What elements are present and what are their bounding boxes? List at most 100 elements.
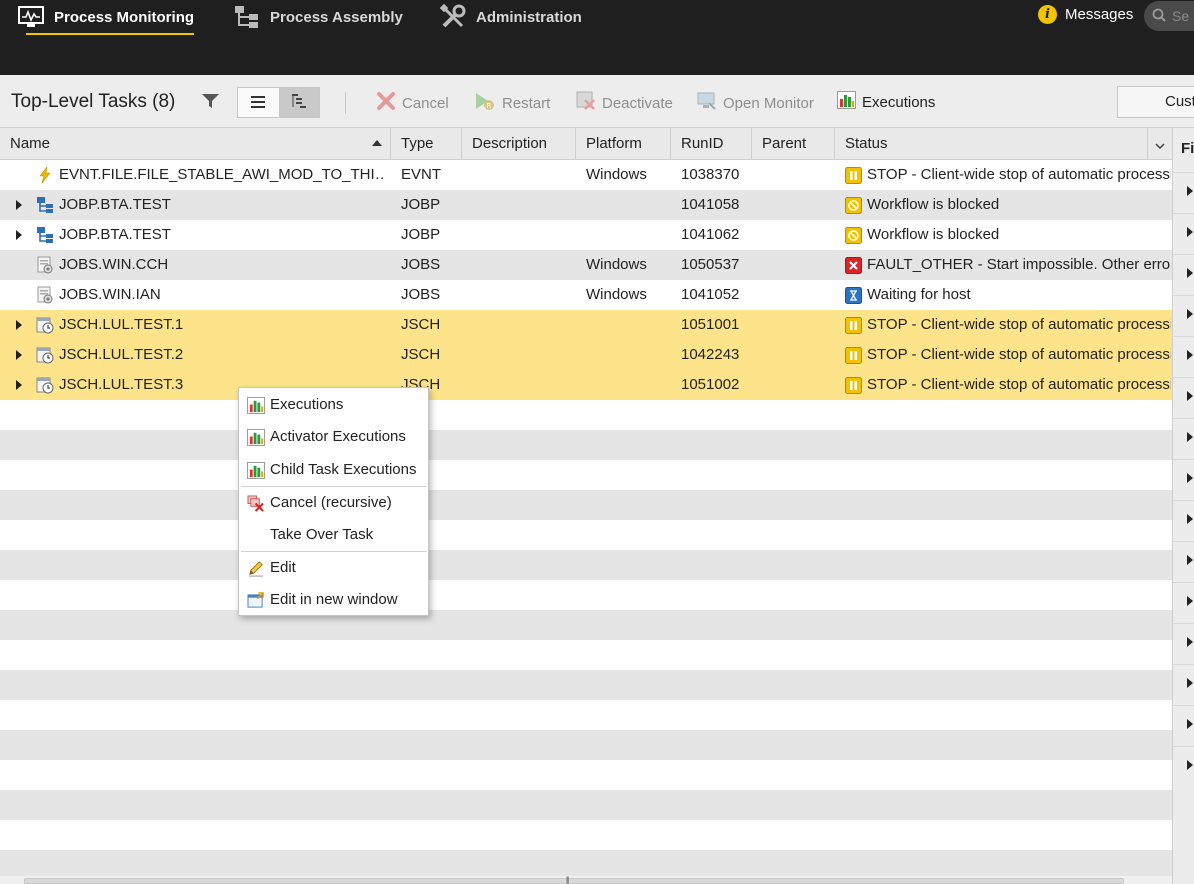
menu-item-label: Edit: [270, 559, 296, 576]
expand-arrow-icon[interactable]: [1187, 637, 1193, 647]
search-input[interactable]: [1172, 8, 1194, 24]
menu-item-executions[interactable]: Executions: [239, 390, 428, 420]
bar-chart-icon: [837, 91, 856, 113]
blocked-status-icon: [845, 227, 862, 244]
panel-divider: [1173, 500, 1194, 501]
menu-item-label: Child Task Executions: [270, 461, 417, 478]
menu-item-activator-executions[interactable]: Activator Executions: [239, 422, 428, 452]
job-task-icon: [36, 286, 54, 304]
expand-arrow-icon[interactable]: [16, 200, 22, 210]
deactivate-button[interactable]: Deactivate: [576, 91, 673, 115]
expand-arrow-icon[interactable]: [1187, 227, 1193, 237]
table-row[interactable]: JOBP.BTA.TEST JOBP 1041058 Workflow is bloc…: [0, 190, 1172, 220]
expand-arrow-icon[interactable]: [16, 380, 22, 390]
empty-row: [0, 460, 1172, 490]
cell-status: Workflow is blocked: [867, 196, 1000, 213]
menu-item-edit[interactable]: Edit: [239, 553, 428, 583]
column-header-runid[interactable]: RunID: [671, 128, 752, 159]
expand-arrow-icon[interactable]: [1187, 268, 1193, 278]
cell-type: JOBP: [401, 226, 441, 243]
expand-arrow-icon[interactable]: [1187, 432, 1193, 442]
nav-process-assembly[interactable]: Process Assembly: [234, 0, 403, 34]
table-row[interactable]: JOBS.WIN.CCH JOBS Windows 1050537 FAULT_OTHE…: [0, 250, 1172, 280]
expand-arrow-icon[interactable]: [1187, 760, 1193, 770]
event-task-icon: [36, 166, 54, 184]
expand-arrow-icon[interactable]: [1187, 596, 1193, 606]
menu-item-label: Edit in new window: [270, 591, 398, 608]
executions-button[interactable]: Executions: [837, 91, 935, 113]
table-row[interactable]: JSCH.LUL.TEST.2 JSCH 1042243 STOP - Client-…: [0, 340, 1172, 370]
customize-label: Cust: [1165, 93, 1194, 110]
expand-arrow-icon[interactable]: [1187, 473, 1193, 483]
menu-item-take-over-task[interactable]: Take Over Task: [239, 520, 428, 550]
cell-name: EVNT.FILE.FILE_STABLE_AWI_MOD_TO_THI…: [59, 166, 384, 183]
menu-separator: [241, 486, 427, 487]
expand-arrow-icon[interactable]: [1187, 678, 1193, 688]
cancel-icon: [376, 91, 396, 115]
cell-runid: 1041062: [681, 226, 740, 243]
table-row[interactable]: JOBP.BTA.TEST JOBP 1041062 Workflow is bloc…: [0, 220, 1172, 250]
menu-item-edit-in-new-window[interactable]: Edit in new window: [239, 585, 428, 615]
filter-side-panel: Fi: [1172, 128, 1194, 884]
column-header-type[interactable]: Type: [391, 128, 462, 159]
expand-arrow-icon[interactable]: [1187, 309, 1193, 319]
expand-arrow-icon[interactable]: [1187, 186, 1193, 196]
column-header-parent[interactable]: Parent: [752, 128, 835, 159]
filter-icon[interactable]: [202, 94, 219, 112]
menu-item-label: Cancel (recursive): [270, 494, 392, 511]
empty-row: [0, 730, 1172, 760]
column-label: RunID: [681, 135, 724, 152]
empty-row: [0, 550, 1172, 580]
cell-status: STOP - Client-wide stop of automatic pro…: [867, 346, 1171, 363]
panel-divider: [1173, 377, 1194, 378]
cell-type: JSCH: [401, 316, 441, 333]
table-row[interactable]: JSCH.LUL.TEST.1 JSCH 1051001 STOP - Client-…: [0, 310, 1172, 340]
empty-row: [0, 700, 1172, 730]
expand-arrow-icon[interactable]: [16, 350, 22, 360]
nav-administration[interactable]: Administration: [440, 0, 582, 34]
expand-arrow-icon[interactable]: [16, 320, 22, 330]
nav-process-monitoring[interactable]: Process Monitoring: [18, 0, 195, 35]
menu-item-child-task-executions[interactable]: Child Task Executions: [239, 455, 428, 485]
menu-separator: [241, 551, 427, 552]
horizontal-scrollbar[interactable]: |||: [0, 876, 1172, 884]
context-menu: Executions Activator Executions Child Task…: [238, 387, 429, 616]
table-row[interactable]: JOBS.WIN.IAN JOBS Windows 1041052 Waiting fo…: [0, 280, 1172, 310]
expand-arrow-icon[interactable]: [1187, 719, 1193, 729]
workflow-task-icon: [36, 196, 54, 214]
cancel-button[interactable]: Cancel: [376, 91, 449, 115]
column-header-platform[interactable]: Platform: [576, 128, 671, 159]
expand-arrow-icon[interactable]: [1187, 391, 1193, 401]
scrollbar-thumb[interactable]: [24, 878, 1124, 884]
table-row[interactable]: EVNT.FILE.FILE_STABLE_AWI_MOD_TO_THI… EVN…: [0, 160, 1172, 190]
cell-status: Waiting for host: [867, 286, 971, 303]
toolbar: Top-Level Tasks (8) Cancel R Restart Dea…: [0, 75, 1194, 128]
expand-arrow-icon[interactable]: [1187, 555, 1193, 565]
panel-divider: [1173, 623, 1194, 624]
column-menu-button[interactable]: [1148, 128, 1172, 159]
expand-arrow-icon[interactable]: [16, 230, 22, 240]
column-header-description[interactable]: Description: [462, 128, 576, 159]
open-monitor-button[interactable]: Open Monitor: [697, 91, 814, 115]
tree-view-button[interactable]: [278, 88, 319, 117]
restart-button[interactable]: R Restart: [474, 91, 550, 115]
pause-status-icon: [845, 377, 862, 394]
cell-type: JOBP: [401, 196, 441, 213]
search-box[interactable]: [1144, 1, 1194, 31]
messages-button[interactable]: i Messages: [1038, 3, 1133, 25]
menu-item-cancel-recursive[interactable]: Cancel (recursive): [239, 488, 428, 518]
customize-button[interactable]: Cust: [1117, 86, 1194, 118]
column-header-status[interactable]: Status: [835, 128, 1148, 159]
cell-name: JOBP.BTA.TEST: [59, 196, 171, 213]
list-view-button[interactable]: [238, 88, 279, 117]
expand-arrow-icon[interactable]: [1187, 350, 1193, 360]
empty-row: [0, 400, 1172, 430]
panel-divider: [1173, 664, 1194, 665]
column-header-name[interactable]: Name: [0, 128, 391, 159]
table-row[interactable]: JSCH.LUL.TEST.3 JSCH 1051002 STOP - Client-…: [0, 370, 1172, 400]
pause-status-icon: [845, 317, 862, 334]
messages-label: Messages: [1065, 5, 1134, 23]
side-panel-header: Fi: [1181, 140, 1194, 157]
expand-arrow-icon[interactable]: [1187, 514, 1193, 524]
tree-list-icon: [291, 94, 306, 111]
